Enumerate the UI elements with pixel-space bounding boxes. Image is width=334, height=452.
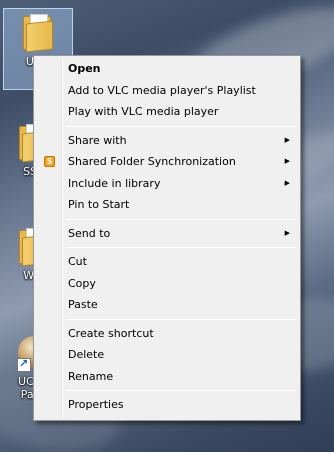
menu-item-delete[interactable]: Delete [36, 344, 298, 366]
menu-item-play-with-vlc-media-player[interactable]: Play with VLC media player [36, 101, 298, 123]
folder-icon [20, 12, 56, 53]
menu-item-label: Rename [68, 369, 114, 383]
menu-item-cut[interactable]: Cut [36, 251, 298, 273]
menu-item-send-to[interactable]: Send to ▶ [36, 223, 298, 245]
submenu-arrow-icon: ▶ [284, 228, 290, 237]
menu-item-copy[interactable]: Copy [36, 273, 298, 295]
menu-item-label: Play with VLC media player [68, 105, 219, 118]
menu-item-label: Send to [68, 226, 111, 240]
menu-item-label: Shared Folder Synchronization [68, 155, 236, 168]
menu-item-create-shortcut[interactable]: Create shortcut [36, 323, 298, 345]
menu-item-paste[interactable]: Paste [36, 294, 298, 316]
menu-separator [66, 125, 296, 127]
submenu-arrow-icon: ▶ [284, 178, 290, 187]
shortcut-arrow-icon [17, 357, 31, 372]
menu-item-label: Paste [68, 298, 98, 311]
menu-item-label: Open [68, 62, 101, 75]
menu-item-pin-to-start[interactable]: Pin to Start [36, 194, 298, 216]
menu-separator [66, 390, 296, 391]
menu-item-label: Pin to Start [68, 198, 130, 211]
submenu-arrow-icon: ▶ [284, 135, 290, 144]
menu-item-open[interactable]: Open [36, 58, 298, 80]
menu-item-label: Create shortcut [68, 326, 154, 340]
menu-separator [66, 318, 296, 320]
menu-item-rename[interactable]: Rename [36, 366, 298, 388]
menu-separator [66, 218, 296, 220]
menu-item-properties[interactable]: Properties [36, 394, 298, 416]
menu-item-label: Add to VLC media player's Playlist [68, 83, 256, 97]
menu-separator [66, 247, 296, 248]
menu-item-label: Include in library [68, 176, 161, 190]
submenu-arrow-icon: ▶ [284, 157, 290, 165]
context-menu: Open Add to VLC media player's Playlist Pl… [33, 55, 301, 421]
sync-folder-icon: S [44, 156, 55, 167]
menu-item-label: Properties [68, 398, 124, 411]
menu-item-share-with[interactable]: Share with ▶ [36, 130, 298, 152]
menu-item-label: Delete [68, 348, 105, 361]
menu-item-label: Copy [68, 276, 96, 290]
menu-item-include-in-library[interactable]: Include in library ▶ [36, 173, 298, 195]
menu-item-shared-folder-synchronization[interactable]: S Shared Folder Synchronization ▶ [36, 151, 298, 173]
menu-item-label: Cut [68, 255, 87, 268]
menu-item-add-to-vlc-media-player-s-playlist[interactable]: Add to VLC media player's Playlist [36, 80, 298, 102]
menu-item-label: Share with [68, 133, 127, 147]
